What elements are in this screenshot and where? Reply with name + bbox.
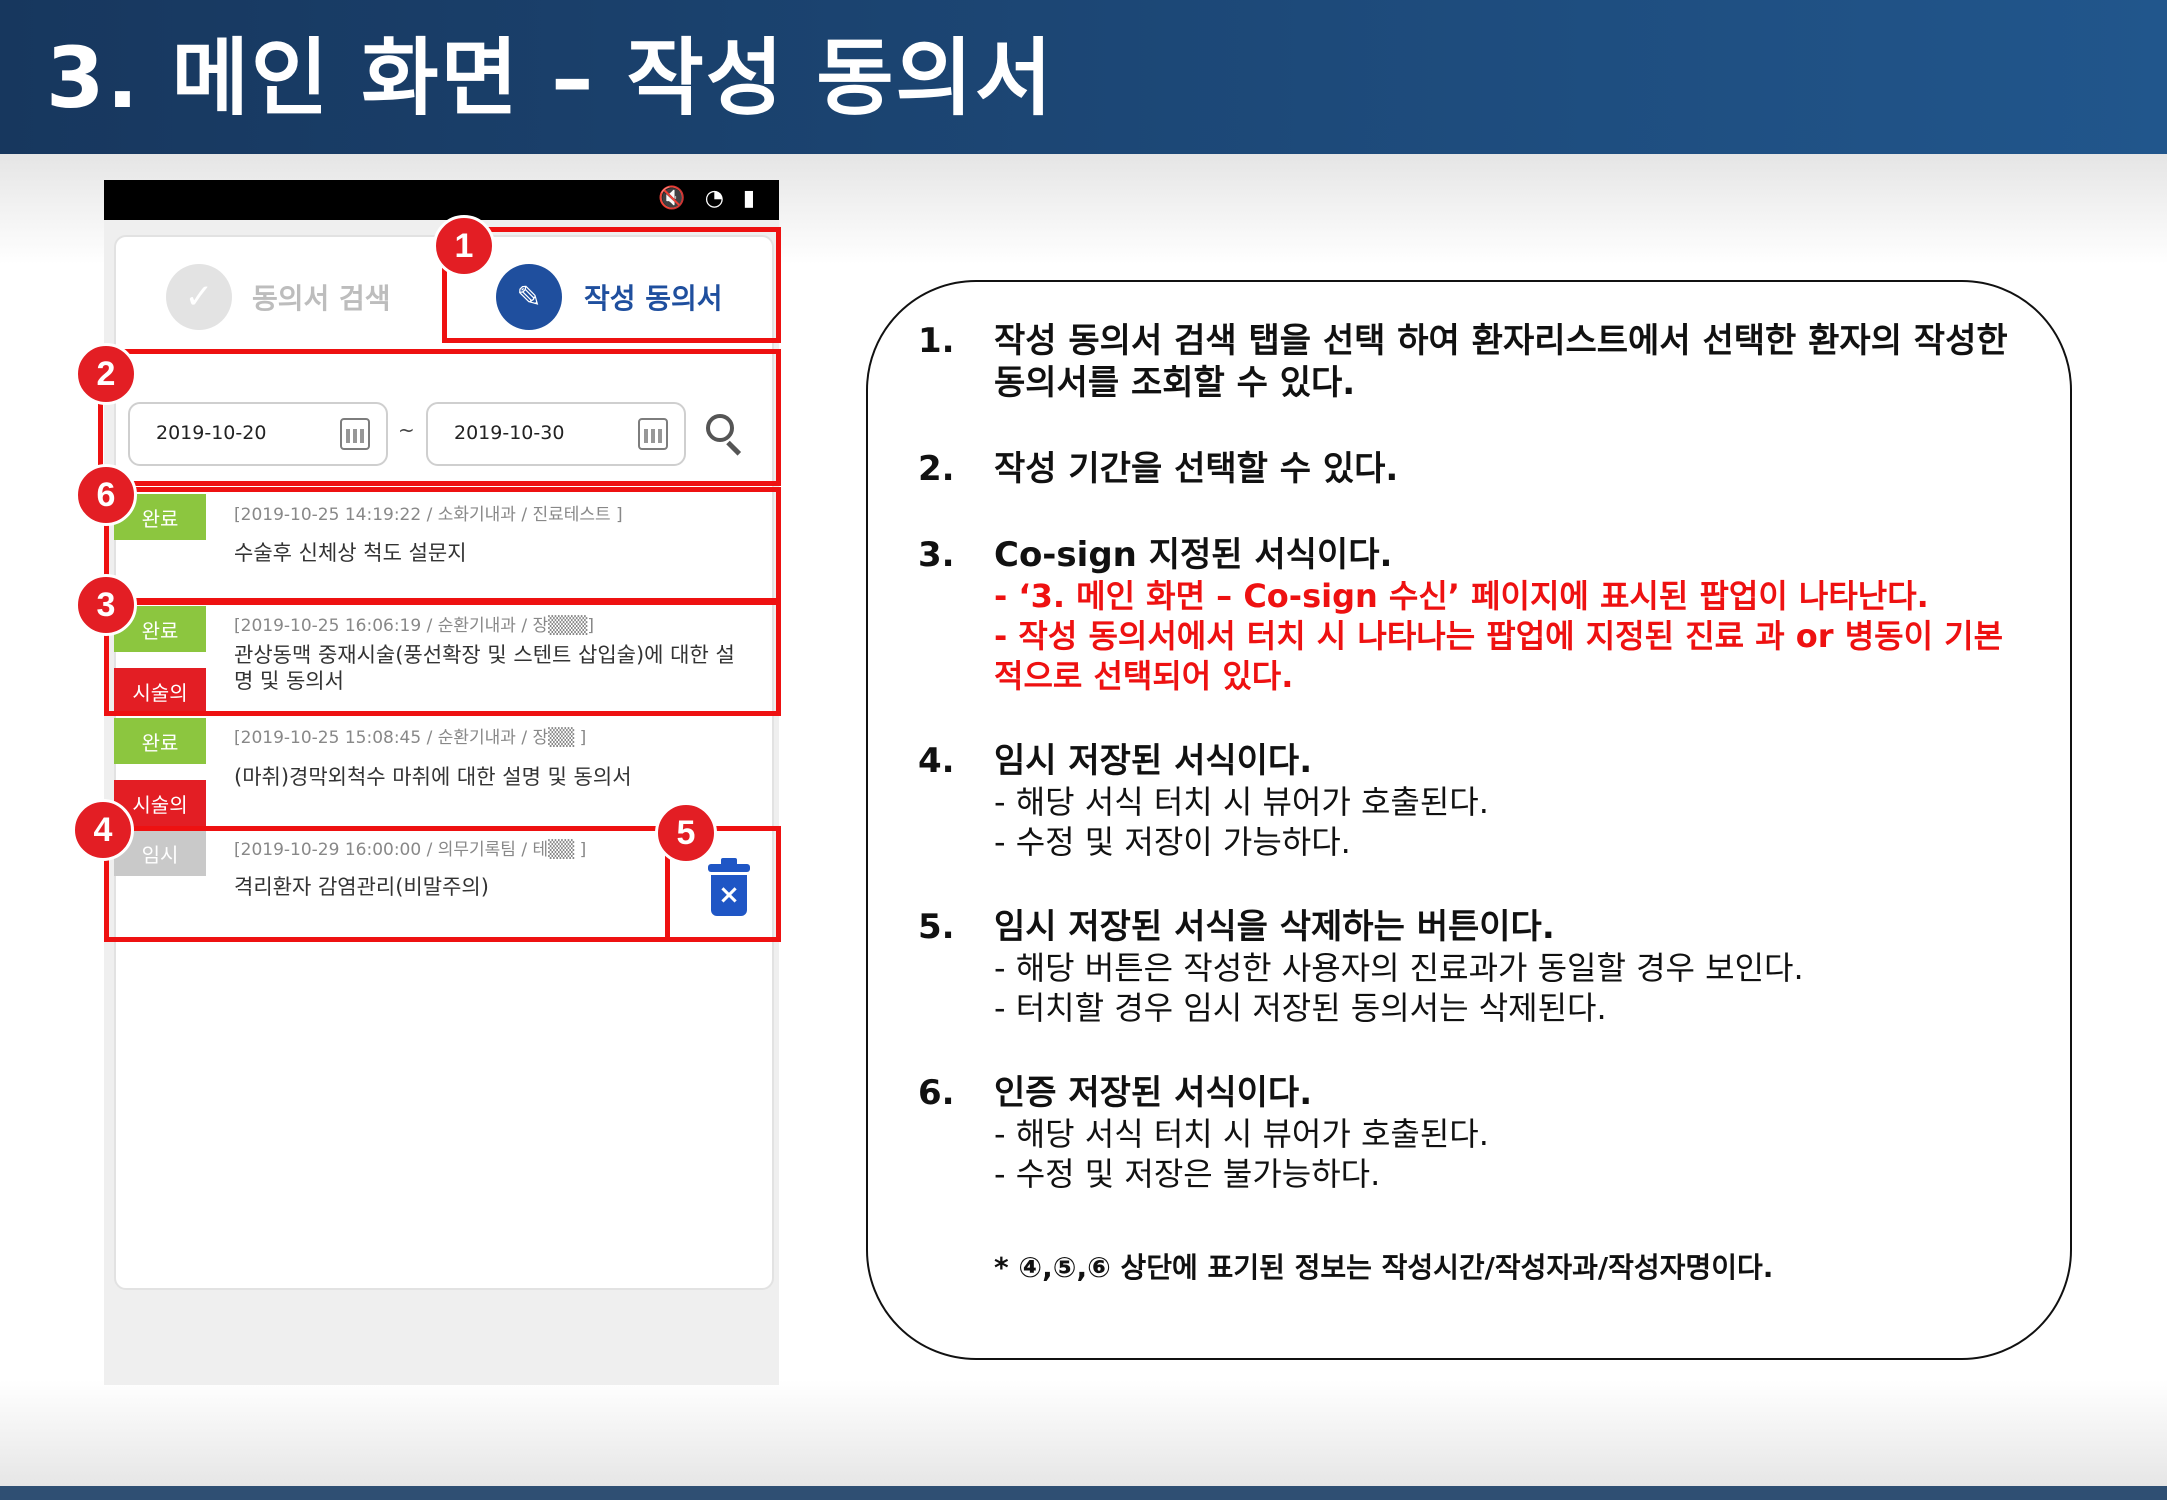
item-heading: 작성 동의서 검색 탭을 선택 하여 환자리스트에서 선택한 환자의 작성한 동… [994,321,2008,403]
item-red-line: - 작성 동의서에서 터치 시 나타나는 팝업에 지정된 진료 과 or 병동이… [994,617,2004,695]
item-heading: 작성 기간을 선택할 수 있다. [994,449,1399,489]
description-item: 6. 인증 저장된 서식이다. - 해당 서식 터치 시 뷰어가 호출된다. -… [918,1072,2028,1194]
marker-5: 5 [655,802,717,864]
row-meta: [2019-10-25 15:08:45 / 순환기내과 / 장▒▒ ] [234,728,587,748]
item-red-line: - ‘3. 메인 화면 – Co-sign 수신’ 페이지에 표시된 팝업이 나… [994,577,1929,615]
marker-3: 3 [75,574,137,636]
item-number: 2. [918,449,955,489]
highlight-box-2 [98,349,781,486]
description-item: 2. 작성 기간을 선택할 수 있다. [918,448,2028,490]
item-line: - 수정 및 저장은 불가능하다. [994,1155,1381,1193]
item-line: - 해당 서식 터치 시 뷰어가 호출된다. [994,783,1489,821]
check-icon: ✓ [166,264,232,330]
item-number: 1. [918,321,955,361]
highlight-box-4 [104,826,670,942]
tab-consent-search[interactable]: ✓ 동의서 검색 [166,257,391,337]
status-bar: 🔇 ◔ ▮ [104,180,779,220]
description-item: 5. 임시 저장된 서식을 삭제하는 버튼이다. - 해당 버튼은 작성한 사용… [918,906,2028,1028]
item-number: 5. [918,907,955,947]
tab-consent-search-label: 동의서 검색 [252,282,391,315]
footer-bar [0,1486,2167,1500]
status-badge-complete: 완료 [114,718,206,764]
marker-6: 6 [75,464,137,526]
item-heading: Co-sign 지정된 서식이다. [994,535,1393,575]
slide-title: 3. 메인 화면 – 작성 동의서 [46,29,1055,127]
item-number: 6. [918,1073,955,1113]
item-heading: 인증 저장된 서식이다. [994,1073,1313,1113]
marker-1: 1 [433,215,495,277]
description-item: 1. 작성 동의서 검색 탭을 선택 하여 환자리스트에서 선택한 환자의 작성… [918,320,2028,404]
status-icons: 🔇 ◔ ▮ [658,186,761,211]
item-line: - 해당 버튼은 작성한 사용자의 진료과가 동일할 경우 보인다. [994,949,1804,987]
item-heading: 임시 저장된 서식을 삭제하는 버튼이다. [994,907,1555,947]
footnote: * ④,⑤,⑥ 상단에 표기된 정보는 작성시간/작성자과/작성자명이다. [994,1251,1774,1284]
item-heading: 임시 저장된 서식이다. [994,741,1313,781]
item-number: 3. [918,535,955,575]
footer-shade [0,1380,2167,1486]
description-item: 3. Co-sign 지정된 서식이다. - ‘3. 메인 화면 – Co-si… [918,534,2028,696]
highlight-box-6 [104,487,781,603]
marker-4: 4 [72,799,134,861]
highlight-box-3 [104,600,781,716]
row-title[interactable]: (마취)경막외척수 마취에 대한 설명 및 동의서 [234,764,754,790]
item-line: - 수정 및 저장이 가능하다. [994,823,1351,861]
marker-2: 2 [75,343,137,405]
item-line: - 해당 서식 터치 시 뷰어가 호출된다. [994,1115,1489,1153]
description-list: 1. 작성 동의서 검색 탭을 선택 하여 환자리스트에서 선택한 환자의 작성… [918,320,2028,1238]
item-number: 4. [918,741,955,781]
item-line: - 터치할 경우 임시 저장된 동의서는 삭제된다. [994,989,1607,1027]
description-item: 4. 임시 저장된 서식이다. - 해당 서식 터치 시 뷰어가 호출된다. -… [918,740,2028,862]
